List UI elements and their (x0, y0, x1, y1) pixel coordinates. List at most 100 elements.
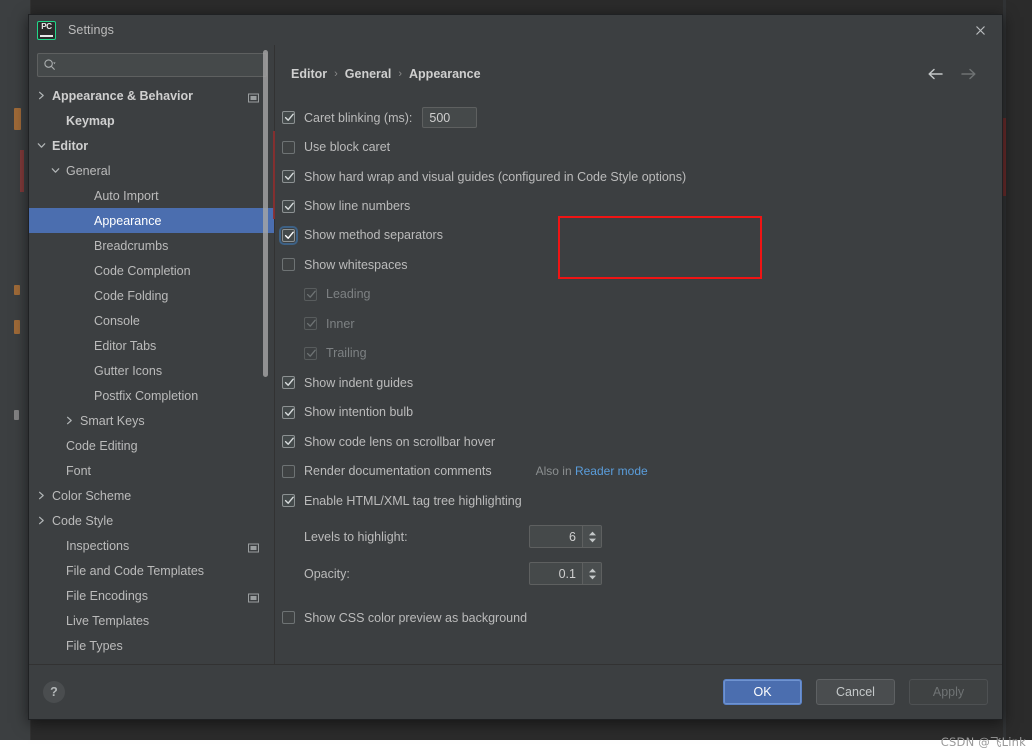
check-icon (284, 202, 294, 210)
sidebar-item-label: Code Completion (94, 263, 191, 278)
check-icon (284, 408, 294, 416)
chevron-up-icon[interactable] (588, 531, 597, 536)
sidebar-item-label: Appearance (94, 213, 162, 228)
show-line-numbers-label: Show line numbers (304, 199, 411, 213)
cancel-button[interactable]: Cancel (816, 679, 895, 705)
spinner-buttons[interactable] (582, 526, 601, 547)
window-close-button[interactable] (958, 15, 1002, 45)
sidebar-item-auto-import[interactable]: Auto Import (29, 183, 275, 208)
chevron-right-icon[interactable] (35, 89, 48, 102)
sidebar-item-general[interactable]: General (29, 158, 275, 183)
sidebar-item-postfix-completion[interactable]: Postfix Completion (29, 383, 275, 408)
render-doc-comments-checkbox[interactable] (282, 464, 295, 478)
option-show-method-separators: Show method separators (279, 225, 1002, 246)
sidebar-item-file-types[interactable]: File Types (29, 633, 275, 658)
sidebar-item-color-scheme[interactable]: Color Scheme (29, 483, 275, 508)
sidebar-item-file-and-code-templates[interactable]: File and Code Templates (29, 558, 275, 583)
sidebar-item-font[interactable]: Font (29, 458, 275, 483)
show-line-numbers-checkbox[interactable] (282, 199, 295, 213)
breadcrumb-item-general[interactable]: General (345, 67, 392, 81)
chevron-right-icon[interactable] (35, 489, 48, 502)
show-intention-bulb-checkbox[interactable] (282, 405, 295, 419)
breadcrumb-separator-icon: › (334, 68, 338, 80)
sidebar-scrollbar[interactable] (263, 50, 268, 377)
check-icon (284, 172, 294, 180)
nav-back-button[interactable] (924, 63, 946, 85)
option-enable-html-xml: Enable HTML/XML tag tree highlighting (282, 490, 1002, 511)
sidebar-item-console[interactable]: Console (29, 308, 275, 333)
chevron-down-icon[interactable] (35, 139, 48, 152)
show-indent-guides-checkbox[interactable] (282, 376, 295, 389)
breadcrumb-item-editor[interactable]: Editor (291, 67, 327, 81)
field-opacity: Opacity: 0.1 (282, 562, 1002, 585)
show-method-separators-label: Show method separators (304, 228, 443, 242)
search-input[interactable] (57, 57, 261, 73)
sidebar-item-file-encodings[interactable]: File Encodings (29, 583, 275, 608)
option-show-line-numbers: Show line numbers (282, 196, 1002, 217)
sidebar-item-code-style[interactable]: Code Style (29, 508, 275, 533)
reader-mode-note: Also in Reader mode (536, 464, 648, 478)
sidebar-item-editor[interactable]: Editor (29, 133, 275, 158)
settings-tree[interactable]: Appearance & Behavior Keymap Editor General… (29, 82, 275, 664)
chevron-right-icon[interactable] (63, 414, 76, 427)
show-code-lens-checkbox[interactable] (282, 435, 295, 448)
use-block-caret-checkbox[interactable] (282, 140, 295, 154)
chevron-right-icon[interactable] (35, 514, 48, 527)
scope-badge-icon (248, 541, 259, 552)
chevron-down-icon[interactable] (49, 164, 62, 177)
use-block-caret-label: Use block caret (304, 140, 391, 154)
trailing-checkbox (304, 346, 317, 360)
help-button[interactable]: ? (43, 681, 65, 703)
chevron-up-icon[interactable] (588, 568, 597, 573)
show-css-color-preview-checkbox[interactable] (282, 611, 295, 624)
sidebar-item-breadcrumbs[interactable]: Breadcrumbs (29, 233, 275, 258)
settings-sidebar: Appearance & Behavior Keymap Editor General… (29, 45, 277, 664)
levels-to-highlight-spinner[interactable]: 6 (529, 525, 602, 548)
sidebar-item-label: Code Style (52, 513, 114, 528)
inner-label: Inner (326, 316, 355, 331)
show-whitespaces-checkbox[interactable] (282, 258, 295, 271)
sidebar-item-inspections[interactable]: Inspections (29, 533, 275, 558)
show-method-separators-checkbox[interactable] (279, 225, 298, 245)
pycharm-logo-icon: PC (37, 20, 56, 40)
sidebar-item-keymap[interactable]: Keymap (29, 108, 275, 133)
dialog-buttons: OK Cancel Apply (723, 679, 988, 705)
opacity-value[interactable]: 0.1 (530, 563, 582, 584)
sidebar-item-code-completion[interactable]: Code Completion (29, 258, 275, 283)
caret-blinking-input[interactable]: 500 (422, 107, 478, 128)
ok-button[interactable]: OK (723, 679, 802, 705)
check-icon (284, 378, 294, 386)
sidebar-item-appearance-behavior[interactable]: Appearance & Behavior (29, 83, 275, 108)
sidebar-item-live-templates[interactable]: Live Templates (29, 608, 275, 633)
opacity-spinner[interactable]: 0.1 (529, 562, 602, 585)
sidebar-item-code-editing[interactable]: Code Editing (29, 433, 275, 458)
nav-forward-button[interactable] (958, 63, 980, 85)
sidebar-item-gutter-icons[interactable]: Gutter Icons (29, 358, 275, 383)
option-use-block-caret: Use block caret (282, 137, 1002, 158)
levels-to-highlight-value[interactable]: 6 (530, 526, 582, 547)
ide-edge-error-stripe (20, 150, 24, 192)
enable-html-xml-checkbox[interactable] (282, 494, 295, 507)
chevron-down-icon[interactable] (588, 575, 597, 580)
ide-edge-marker-4 (14, 410, 19, 420)
caret-blinking-checkbox[interactable] (282, 111, 295, 124)
reader-mode-link[interactable]: Reader mode (575, 464, 648, 478)
chevron-down-icon[interactable] (588, 538, 597, 543)
sidebar-item-code-folding[interactable]: Code Folding (29, 283, 275, 308)
sidebar-item-smart-keys[interactable]: Smart Keys (29, 408, 275, 433)
sidebar-item-appearance[interactable]: Appearance (29, 208, 275, 233)
sidebar-item-editor-tabs[interactable]: Editor Tabs (29, 333, 275, 358)
option-show-intention-bulb: Show intention bulb (282, 402, 1002, 423)
ide-edge-marker-1 (14, 108, 21, 130)
show-css-color-preview-label: Show CSS color preview as background (304, 610, 528, 625)
spinner-buttons[interactable] (582, 563, 601, 584)
show-hard-wrap-checkbox[interactable] (282, 170, 295, 183)
search-box[interactable] (37, 53, 267, 77)
navigation-arrows (924, 63, 980, 85)
options-list: Caret blinking (ms): 500 Use block caret (279, 107, 1002, 637)
